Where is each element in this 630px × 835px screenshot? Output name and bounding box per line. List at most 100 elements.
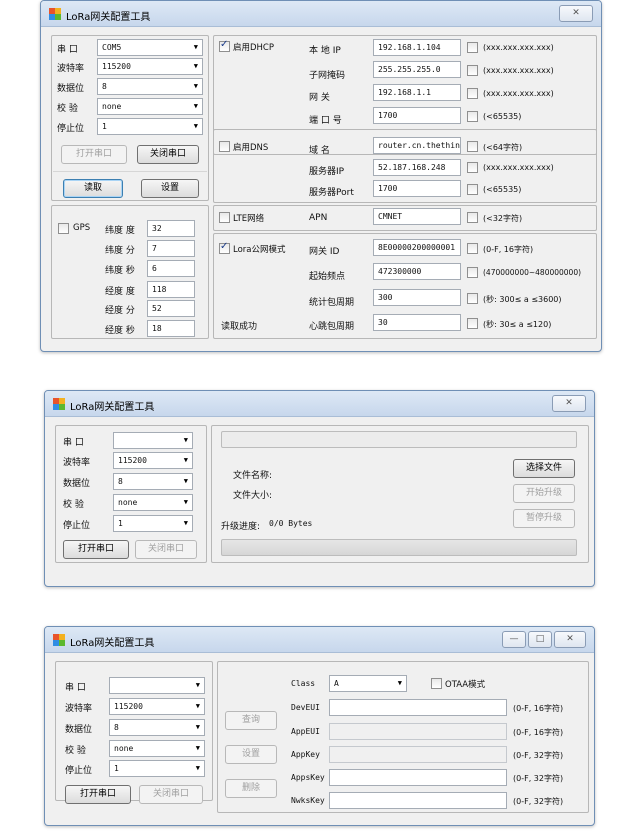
port-select[interactable]: ▼ xyxy=(109,677,205,694)
set-button[interactable]: 设置 xyxy=(141,179,199,198)
lat-min-input[interactable]: 7 xyxy=(147,240,195,257)
close-port-button[interactable]: 关闭串口 xyxy=(137,145,199,164)
start-freq-input[interactable]: 472300000 xyxy=(373,263,461,280)
app-icon xyxy=(53,634,65,646)
dhcp-port-label: 端 口 号 xyxy=(309,116,342,126)
dhcp-checkbox[interactable]: ✓ xyxy=(219,39,230,52)
read-button[interactable]: 读取 xyxy=(63,179,123,198)
baud-select[interactable]: 115200 ▼ xyxy=(113,452,193,469)
domain-input[interactable]: router.cn.thethin xyxy=(373,137,461,154)
server-ip-checkbox[interactable] xyxy=(467,162,478,173)
query-button[interactable]: 查询 xyxy=(225,711,277,730)
close-window-button[interactable]: ✕ xyxy=(552,395,586,412)
close-icon: ✕ xyxy=(566,634,574,644)
app-icon xyxy=(49,8,61,20)
lora-label: Lora公网模式 xyxy=(233,245,286,255)
otaa-checkbox[interactable] xyxy=(431,678,442,689)
delete-button[interactable]: 删除 xyxy=(225,779,277,798)
lte-checkbox[interactable] xyxy=(219,212,230,223)
minimize-button[interactable]: — xyxy=(502,631,526,648)
open-port-button[interactable]: 打开串口 xyxy=(61,145,127,164)
dns-label: 启用DNS xyxy=(233,143,269,153)
port-select[interactable]: ▼ xyxy=(113,432,193,449)
gateway-id-input[interactable]: 8E00000200000001 xyxy=(373,239,461,256)
start-upgrade-button[interactable]: 开始升级 xyxy=(513,484,575,503)
port-select[interactable]: COM5 ▼ xyxy=(97,39,203,56)
lon-deg-input[interactable]: 118 xyxy=(147,281,195,298)
start-freq-checkbox[interactable] xyxy=(467,267,478,278)
baud-select[interactable]: 115200 ▼ xyxy=(97,58,203,75)
gps-label: GPS xyxy=(73,223,91,233)
gps-checkbox[interactable] xyxy=(58,223,69,234)
close-window-button[interactable]: ✕ xyxy=(559,5,593,22)
dhcp-port-input[interactable]: 1700 xyxy=(373,107,461,124)
server-port-input[interactable]: 1700 xyxy=(373,180,461,197)
parity-select[interactable]: none ▼ xyxy=(109,740,205,757)
pause-upgrade-button[interactable]: 暂停升级 xyxy=(513,509,575,528)
server-ip-input[interactable]: 52.187.168.248 xyxy=(373,159,461,176)
lat-sec-label: 纬度 秒 xyxy=(105,266,135,276)
data-bits-select[interactable]: 8 ▼ xyxy=(109,719,205,736)
data-bits-select[interactable]: 8 ▼ xyxy=(113,473,193,490)
deveui-input[interactable] xyxy=(329,699,507,716)
class-select[interactable]: A ▼ xyxy=(329,675,407,692)
open-port-button[interactable]: 打开串口 xyxy=(65,785,131,804)
gateway-input[interactable]: 192.168.1.1 xyxy=(373,84,461,101)
lat-sec-input[interactable]: 6 xyxy=(147,260,195,277)
apn-input[interactable]: CMNET xyxy=(373,208,461,225)
title-bar: LoRa网关配置工具 ✕ xyxy=(45,391,594,417)
upgrade-window: LoRa网关配置工具 ✕ 串 口 ▼ 波特率 115200 ▼ 数据位 8 ▼ 校 … xyxy=(44,390,595,587)
subnet-checkbox[interactable] xyxy=(467,65,478,76)
heartbeat-checkbox[interactable] xyxy=(467,318,478,329)
lon-sec-input[interactable]: 18 xyxy=(147,320,195,337)
gateway-id-checkbox[interactable] xyxy=(467,243,478,254)
chevron-down-icon: ▼ xyxy=(397,679,402,687)
dhcp-port-hint: (<65535) xyxy=(483,112,522,121)
title-bar: LoRa网关配置工具 ✕ xyxy=(41,1,601,27)
appskey-input[interactable] xyxy=(329,769,507,786)
lat-min-label: 纬度 分 xyxy=(105,246,135,256)
lat-deg-input[interactable]: 32 xyxy=(147,220,195,237)
baud-select[interactable]: 115200 ▼ xyxy=(109,698,205,715)
chevron-down-icon: ▼ xyxy=(195,702,200,710)
close-window-button[interactable]: ✕ xyxy=(554,631,586,648)
nwkskey-input[interactable] xyxy=(329,792,507,809)
dhcp-port-checkbox[interactable] xyxy=(467,111,478,122)
parity-select[interactable]: none ▼ xyxy=(97,98,203,115)
set-button[interactable]: 设置 xyxy=(225,745,277,764)
apn-checkbox[interactable] xyxy=(467,212,478,223)
parity-select[interactable]: none ▼ xyxy=(113,494,193,511)
data-bits-label: 数据位 xyxy=(65,725,93,735)
subnet-label: 子网掩码 xyxy=(309,71,346,81)
appkey-input[interactable] xyxy=(329,746,507,763)
local-ip-input[interactable]: 192.168.1.104 xyxy=(373,39,461,56)
gateway-checkbox[interactable] xyxy=(467,88,478,99)
maximize-button[interactable]: □ xyxy=(528,631,552,648)
stat-period-input[interactable]: 300 xyxy=(373,289,461,306)
dns-checkbox[interactable] xyxy=(219,141,230,152)
window-title: LoRa网关配置工具 xyxy=(70,638,155,649)
subnet-input[interactable]: 255.255.255.0 xyxy=(373,61,461,78)
close-port-button[interactable]: 关闭串口 xyxy=(139,785,203,804)
lon-min-input[interactable]: 52 xyxy=(147,300,195,317)
stat-period-checkbox[interactable] xyxy=(467,293,478,304)
minimize-icon: — xyxy=(509,634,519,644)
stop-bits-select[interactable]: 1 ▼ xyxy=(109,760,205,777)
heartbeat-input[interactable]: 30 xyxy=(373,314,461,331)
start-freq-hint: (470000000~480000000) xyxy=(483,268,582,277)
open-port-button[interactable]: 打开串口 xyxy=(63,540,129,559)
close-port-button[interactable]: 关闭串口 xyxy=(135,540,197,559)
select-file-button[interactable]: 选择文件 xyxy=(513,459,575,478)
chevron-down-icon: ▼ xyxy=(183,436,188,444)
dhcp-label: 启用DHCP xyxy=(233,43,274,53)
stop-bits-select[interactable]: 1 ▼ xyxy=(113,515,193,532)
lora-checkbox[interactable]: ✓ xyxy=(219,241,230,254)
stop-bits-select[interactable]: 1 ▼ xyxy=(97,118,203,135)
class-label: Class xyxy=(291,679,316,688)
server-ip-label: 服务器IP xyxy=(309,167,345,177)
appeui-input[interactable] xyxy=(329,723,507,740)
server-port-checkbox[interactable] xyxy=(467,184,478,195)
local-ip-checkbox[interactable] xyxy=(467,42,478,53)
domain-checkbox[interactable] xyxy=(467,141,478,152)
data-bits-select[interactable]: 8 ▼ xyxy=(97,78,203,95)
